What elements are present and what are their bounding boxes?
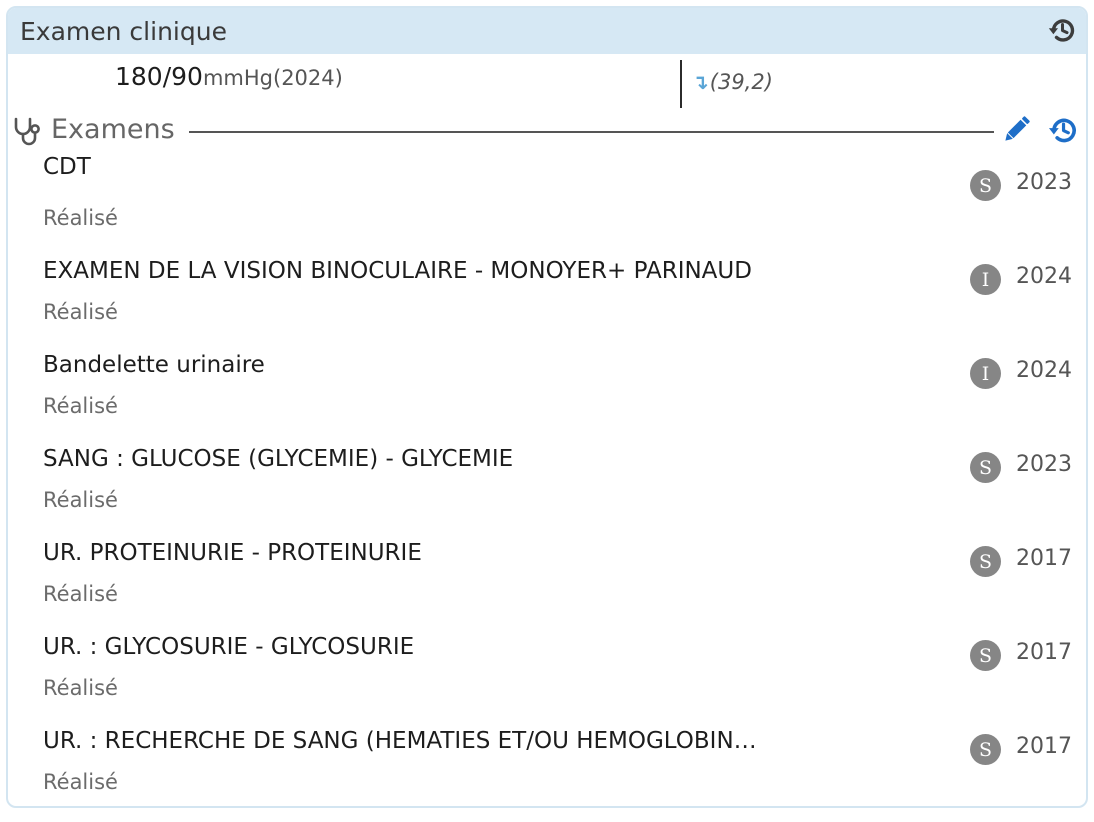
trend-value: ↴(39,2) — [692, 70, 773, 94]
exam-name: UR. : GLYCOSURIE - GLYCOSURIE — [43, 634, 415, 660]
exam-source-badge: S — [970, 452, 1001, 483]
exam-item[interactable]: UR. : RECHERCHE DE SANG (HEMATIES ET/OU … — [8, 716, 1086, 806]
exam-name: Bandelette urinaire — [43, 352, 265, 378]
exam-source-badge: I — [970, 264, 1001, 295]
exam-source-badge: S — [970, 546, 1001, 577]
blood-pressure-unit: mmHg — [202, 66, 273, 90]
exam-year: 2023 — [1016, 170, 1072, 195]
exam-status: Réalisé — [43, 300, 118, 324]
trend-number: (39,2) — [709, 70, 773, 94]
blood-pressure-value: 180/90 — [115, 62, 203, 91]
exam-list: CDT Réalisé S 2023 EXAMEN DE LA VISION B… — [8, 152, 1086, 806]
blood-pressure: 180/90mmHg(2024) — [115, 62, 343, 91]
section-title: Examens — [51, 114, 175, 145]
exam-status: Réalisé — [43, 770, 118, 794]
trend-down-arrow-icon: ↴ — [692, 70, 709, 94]
exam-source-badge: S — [970, 734, 1001, 765]
exam-source-badge: S — [970, 170, 1001, 201]
history-icon[interactable] — [1046, 14, 1078, 46]
exam-item[interactable]: UR. : GLYCOSURIE - GLYCOSURIE Réalisé S … — [8, 622, 1086, 716]
exam-year: 2023 — [1016, 452, 1072, 477]
stethoscope-icon — [14, 117, 40, 146]
exam-name: UR. PROTEINURIE - PROTEINURIE — [43, 540, 422, 566]
exam-name: EXAMEN DE LA VISION BINOCULAIRE - MONOYE… — [43, 258, 752, 284]
clinical-exam-panel: Examen clinique 180/90mmHg(2024) ↴(39,2)… — [6, 6, 1088, 808]
exam-status: Réalisé — [43, 582, 118, 606]
exam-status: Réalisé — [43, 394, 118, 418]
exam-source-badge: S — [970, 640, 1001, 671]
exam-year: 2024 — [1016, 264, 1072, 289]
section-divider — [189, 131, 994, 133]
exam-item[interactable]: SANG : GLUCOSE (GLYCEMIE) - GLYCEMIE Réa… — [8, 434, 1086, 528]
exam-name: UR. : RECHERCHE DE SANG (HEMATIES ET/OU … — [43, 728, 757, 754]
exam-item[interactable]: EXAMEN DE LA VISION BINOCULAIRE - MONOYE… — [8, 246, 1086, 340]
vitals-row: 180/90mmHg(2024) ↴(39,2) — [8, 54, 1086, 110]
exam-status: Réalisé — [43, 206, 118, 230]
exam-year: 2024 — [1016, 358, 1072, 383]
panel-title: Examen clinique — [20, 17, 227, 46]
blood-pressure-year: (2024) — [273, 66, 343, 90]
pencil-icon[interactable] — [999, 113, 1033, 147]
exam-year: 2017 — [1016, 546, 1072, 571]
exam-item[interactable]: CDT Réalisé S 2023 — [8, 152, 1086, 246]
exam-source-badge: I — [970, 358, 1001, 389]
exam-status: Réalisé — [43, 676, 118, 700]
vitals-divider — [680, 60, 682, 108]
exam-item[interactable]: Bandelette urinaire Réalisé I 2024 — [8, 340, 1086, 434]
exam-status: Réalisé — [43, 488, 118, 512]
exam-item[interactable]: UR. PROTEINURIE - PROTEINURIE Réalisé S … — [8, 528, 1086, 622]
exam-year: 2017 — [1016, 734, 1072, 759]
exam-name: SANG : GLUCOSE (GLYCEMIE) - GLYCEMIE — [43, 446, 514, 472]
history-icon[interactable] — [1046, 113, 1080, 147]
exams-section-header: Examens — [8, 110, 1086, 152]
exam-name: CDT — [43, 154, 91, 180]
panel-header: Examen clinique — [8, 8, 1086, 54]
exam-year: 2017 — [1016, 640, 1072, 665]
